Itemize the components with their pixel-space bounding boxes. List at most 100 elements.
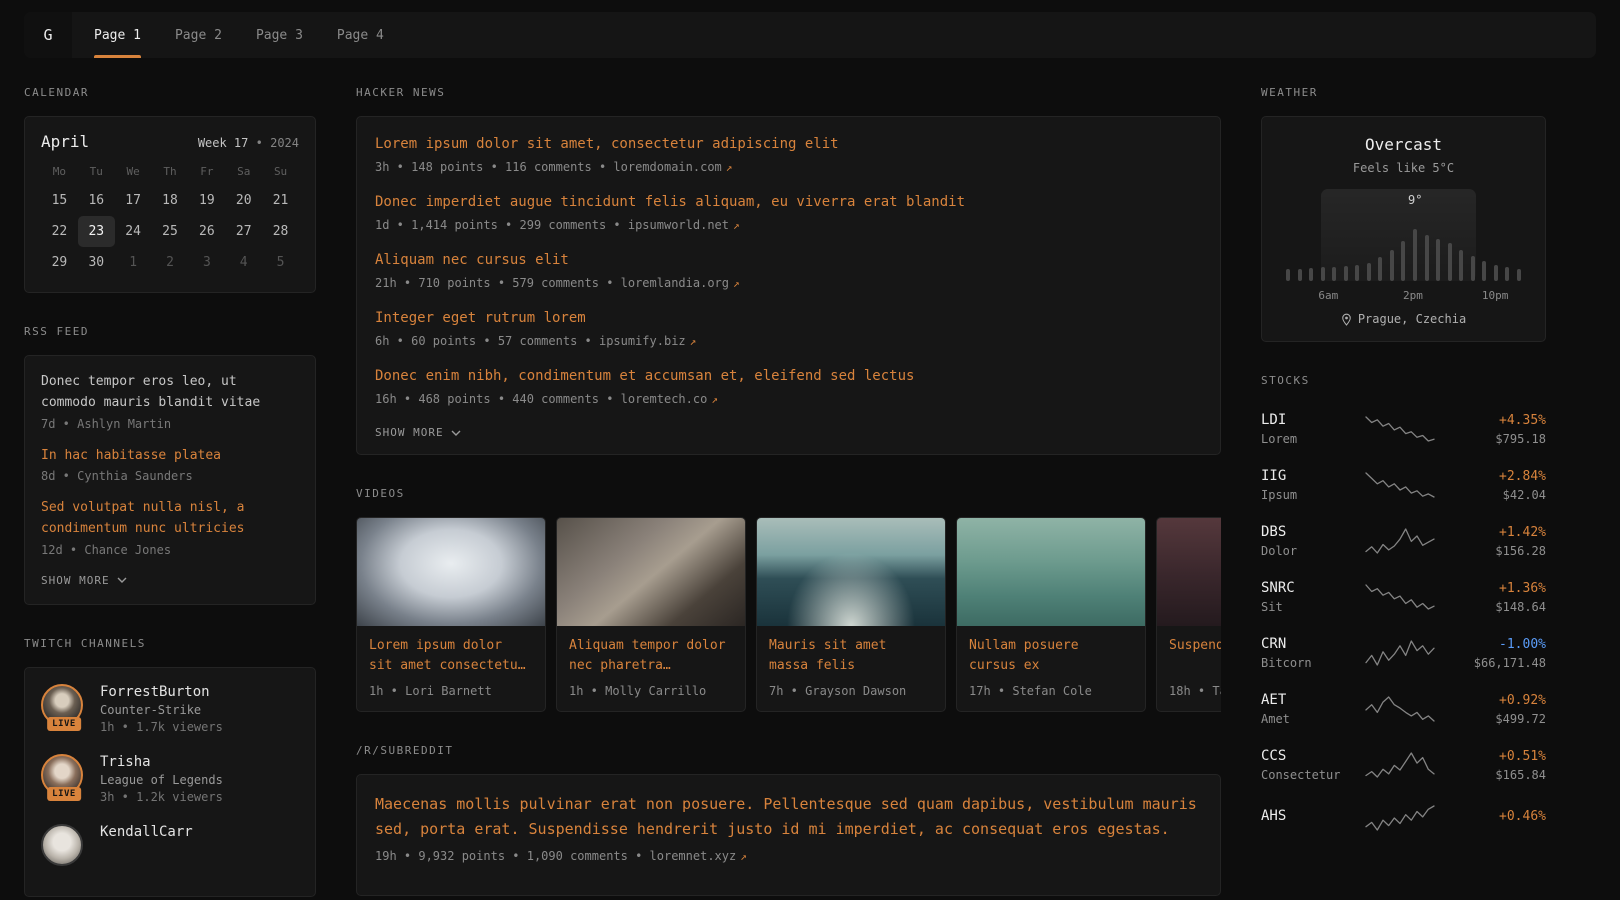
video-title: Aliquam tempor dolor nec pharetra…: [557, 626, 745, 677]
stock-row[interactable]: CRN Bitcorn -1.00% $66,171.48: [1261, 625, 1546, 681]
hn-headline-link[interactable]: Aliquam nec cursus elit: [375, 250, 1202, 271]
hn-headline-link[interactable]: Donec enim nibh, condimentum et accumsan…: [375, 366, 1202, 387]
channel-info: KendallCarr: [100, 824, 193, 843]
stock-price: $42.04: [1446, 488, 1546, 502]
video-meta: 1h • Lori Barnett: [357, 677, 545, 711]
stock-id: SNRC Sit: [1261, 580, 1353, 614]
chevron-down-icon: [117, 577, 127, 583]
channel-meta: 3h • 1.2k viewers: [100, 790, 223, 804]
rss-show-more-button[interactable]: SHOW MORE: [41, 574, 127, 587]
video-card[interactable]: Suspendisse diam 18h • Tara: [1156, 517, 1221, 712]
stock-price: $795.18: [1446, 432, 1546, 446]
external-link-icon: ↗: [733, 277, 740, 290]
hn-headline-link[interactable]: Integer eget rutrum lorem: [375, 308, 1202, 329]
subreddit-headline-link[interactable]: Maecenas mollis pulvinar erat non posuer…: [375, 792, 1202, 842]
calendar-dayname: Th: [152, 159, 189, 185]
stock-name: Consectetur: [1261, 768, 1353, 782]
calendar-day: 19: [188, 185, 225, 216]
stock-change: +1.36%: [1446, 581, 1546, 596]
video-card[interactable]: Mauris sit amet massa felis 7h • Grayson…: [756, 517, 946, 712]
rss-item: Donec tempor eros leo, ut commodo mauris…: [41, 372, 299, 431]
stock-row[interactable]: LDI Lorem +4.35% $795.18: [1261, 401, 1546, 457]
video-card[interactable]: Aliquam tempor dolor nec pharetra… 1h • …: [556, 517, 746, 712]
video-card[interactable]: Lorem ipsum dolor sit amet consectetu… 1…: [356, 517, 546, 712]
calendar-day: 29: [41, 247, 78, 278]
video-thumbnail: [1157, 518, 1221, 626]
weather-condition: Overcast: [1280, 135, 1527, 154]
calendar-header: April Week 17 • 2024: [41, 132, 299, 151]
video-title: Suspendisse diam: [1157, 626, 1221, 677]
calendar-dayname: We: [115, 159, 152, 185]
videos-widget: Videos Lorem ipsum dolor sit amet consec…: [356, 487, 1221, 712]
stock-id: LDI Lorem: [1261, 412, 1353, 446]
stock-row[interactable]: AHS +0.46%: [1261, 793, 1546, 843]
stock-row[interactable]: IIG Ipsum +2.84% $42.04: [1261, 457, 1546, 513]
stocks-widget-title: Stocks: [1261, 374, 1546, 387]
external-link-icon: ↗: [726, 161, 733, 174]
rss-headline-link[interactable]: In hac habitasse platea: [41, 446, 299, 467]
calendar-dayname: Sa: [225, 159, 262, 185]
weather-widget-title: Weather: [1261, 86, 1546, 99]
hackernews-card: Lorem ipsum dolor sit amet, consectetur …: [356, 116, 1221, 455]
twitch-channel[interactable]: KendallCarr: [41, 824, 299, 866]
hn-headline-link[interactable]: Donec imperdiet augue tincidunt felis al…: [375, 192, 1202, 213]
show-more-label: SHOW MORE: [375, 426, 444, 439]
stock-symbol: AET: [1261, 692, 1353, 708]
hn-show-more-button[interactable]: SHOW MORE: [375, 426, 461, 439]
calendar-day: 28: [262, 216, 299, 247]
page-tab[interactable]: Page 3: [256, 12, 303, 58]
stock-id: DBS Dolor: [1261, 524, 1353, 558]
page-tab[interactable]: Page 1: [94, 12, 141, 58]
hn-item: Donec enim nibh, condimentum et accumsan…: [375, 366, 1202, 406]
video-meta: 17h • Stefan Cole: [957, 677, 1145, 711]
sparkline-chart: [1364, 527, 1436, 555]
channel-name: Trisha: [100, 754, 223, 770]
calendar-day: 15: [41, 185, 78, 216]
hn-item: Aliquam nec cursus elit 21h • 710 points…: [375, 250, 1202, 290]
stocks-widget: Stocks LDI Lorem +4.35% $795.18: [1261, 374, 1546, 843]
external-link-icon: ↗: [711, 393, 718, 406]
chevron-down-icon: [451, 430, 461, 436]
rss-headline-link[interactable]: Donec tempor eros leo, ut commodo mauris…: [41, 372, 299, 414]
rss-widget: RSS Feed Donec tempor eros leo, ut commo…: [24, 325, 316, 605]
channel-game: League of Legends: [100, 773, 223, 787]
avatar-wrap: LIVE: [41, 754, 87, 796]
stock-name: Lorem: [1261, 432, 1353, 446]
stock-price: $499.72: [1446, 712, 1546, 726]
stock-id: AHS: [1261, 808, 1353, 828]
page-tab[interactable]: Page 4: [337, 12, 384, 58]
stock-values: +2.84% $42.04: [1446, 469, 1546, 502]
calendar-dayname: Tu: [78, 159, 115, 185]
stock-row[interactable]: SNRC Sit +1.36% $148.64: [1261, 569, 1546, 625]
subreddit-widget: /r/subreddit Maecenas mollis pulvinar er…: [356, 744, 1221, 896]
dashboard-content: Calendar April Week 17 • 2024 MoTuWeThFr…: [0, 58, 1620, 900]
hn-headline-link[interactable]: Lorem ipsum dolor sit amet, consectetur …: [375, 134, 1202, 155]
channel-meta: 1h • 1.7k viewers: [100, 720, 223, 734]
weather-hour-label: 6am: [1318, 289, 1338, 302]
weather-widget: Weather Overcast Feels like 5°C 9° 6am2p…: [1261, 86, 1546, 342]
sparkline-chart: [1364, 804, 1436, 832]
stock-symbol: CRN: [1261, 636, 1353, 652]
video-thumbnail: [557, 518, 745, 626]
stock-change: +0.51%: [1446, 749, 1546, 764]
rss-headline-link[interactable]: Sed volutpat nulla nisl, a condimentum n…: [41, 498, 299, 540]
weather-hour-label: 2pm: [1403, 289, 1423, 302]
stock-row[interactable]: CCS Consectetur +0.51% $165.84: [1261, 737, 1546, 793]
sparkline-chart: [1364, 751, 1436, 779]
left-column: Calendar April Week 17 • 2024 MoTuWeThFr…: [24, 86, 316, 900]
twitch-channel[interactable]: LIVE ForrestBurton Counter-Strike 1h • 1…: [41, 684, 299, 734]
app-logo[interactable]: G: [24, 12, 72, 58]
stock-id: CRN Bitcorn: [1261, 636, 1353, 670]
stock-row[interactable]: AET Amet +0.92% $499.72: [1261, 681, 1546, 737]
subreddit-meta: 19h • 9,932 points • 1,090 comments • lo…: [375, 849, 1202, 863]
twitch-channel[interactable]: LIVE Trisha League of Legends 3h • 1.2k …: [41, 754, 299, 804]
rss-item: In hac habitasse platea 8d • Cynthia Sau…: [41, 446, 299, 484]
stock-row[interactable]: DBS Dolor +1.42% $156.28: [1261, 513, 1546, 569]
subreddit-card: Maecenas mollis pulvinar erat non posuer…: [356, 774, 1221, 896]
stock-change: +0.46%: [1446, 809, 1546, 824]
weather-card: Overcast Feels like 5°C 9° 6am2pm10pm Pr…: [1261, 116, 1546, 342]
calendar-day: 22: [41, 216, 78, 247]
calendar-day: 16: [78, 185, 115, 216]
page-tab[interactable]: Page 2: [175, 12, 222, 58]
video-card[interactable]: Nullam posuere cursus ex 17h • Stefan Co…: [956, 517, 1146, 712]
